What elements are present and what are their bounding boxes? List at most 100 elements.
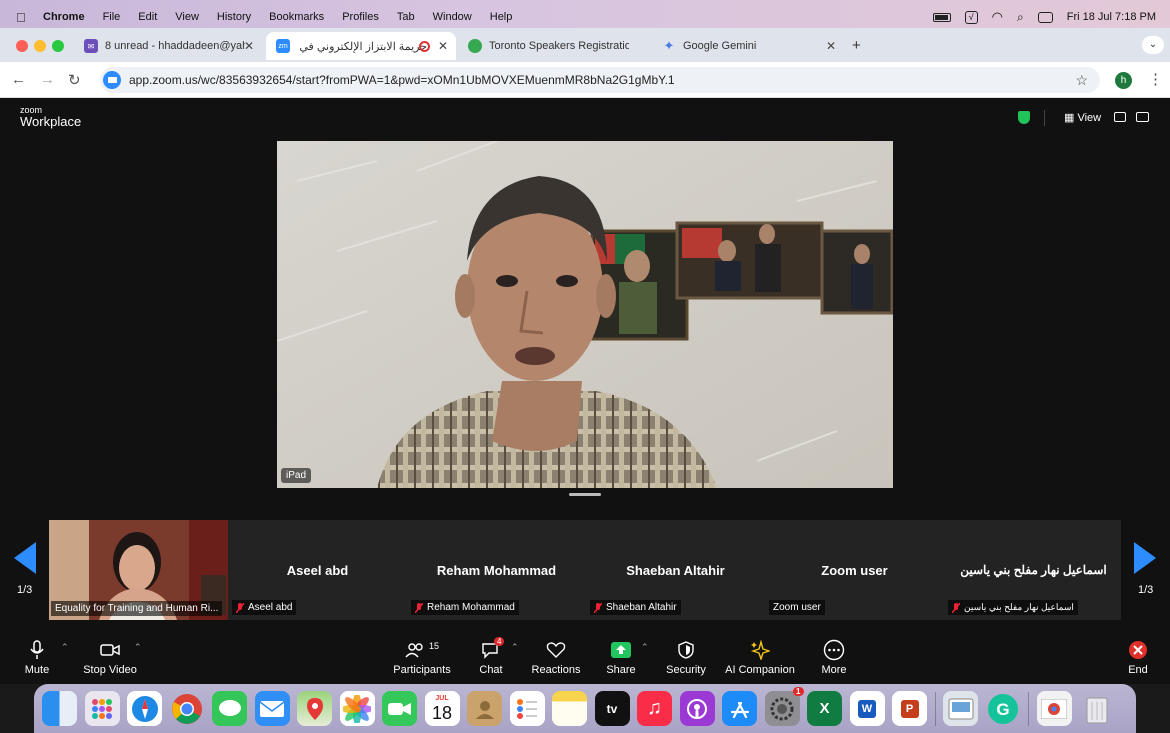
menu-profiles[interactable]: Profiles (342, 11, 379, 23)
mute-button[interactable]: Mute (16, 638, 58, 676)
reactions-button[interactable]: Reactions (530, 638, 582, 676)
menu-tab[interactable]: Tab (397, 11, 415, 23)
close-icon[interactable]: ✕ (826, 39, 836, 53)
bookmark-star-icon[interactable]: ☆ (1075, 72, 1088, 89)
safari-icon[interactable] (127, 691, 162, 726)
app-store-icon[interactable] (722, 691, 757, 726)
mail-app-icon[interactable] (254, 691, 290, 726)
clock[interactable]: Fri 18 Jul 7:18 PM (1067, 11, 1156, 23)
chrome-window-minimized-icon[interactable] (1036, 691, 1072, 726)
security-shield-icon (662, 638, 710, 662)
window-zoom-button[interactable] (52, 40, 64, 52)
reminders-icon[interactable] (509, 691, 545, 726)
participant-gallery-strip: Equality for Training and Human Ri... As… (49, 520, 1121, 620)
more-button[interactable]: More (816, 638, 852, 676)
grammarly-icon[interactable]: G (986, 691, 1021, 726)
share-options-caret-icon[interactable]: ⌃ (641, 642, 649, 653)
prev-page-arrow-icon[interactable] (14, 542, 36, 574)
menu-app-name[interactable]: Chrome (43, 11, 85, 23)
apple-tv-icon[interactable]: tv (594, 691, 630, 726)
trash-icon[interactable] (1079, 691, 1114, 726)
photos-icon[interactable] (339, 691, 375, 726)
battery-icon[interactable] (932, 12, 951, 22)
mail-icon: ✉ (84, 39, 98, 53)
profile-avatar[interactable]: h (1115, 72, 1132, 89)
messages-icon[interactable] (212, 691, 247, 726)
participant-tile[interactable]: Shaeban Altahir Shaeban Altahir (586, 520, 765, 620)
music-icon[interactable]: ♫ (637, 691, 672, 726)
menu-view[interactable]: View (175, 11, 199, 23)
tab-toronto-speakers[interactable]: Toronto Speakers Registration (458, 32, 650, 60)
sparkle-icon (725, 638, 795, 662)
maps-icon[interactable] (297, 691, 332, 726)
chrome-menu-icon[interactable]: ⋮ (1148, 70, 1163, 88)
participant-tile[interactable]: اسماعيل نهار مفلح بني ياسين اسماعيل نهار… (944, 520, 1123, 620)
resize-handle[interactable] (569, 493, 601, 496)
meeting-controls-toolbar: Mute ⌃ Stop Video ⌃ 15 Participants 4 Ch… (0, 637, 1170, 684)
mic-muted-icon (593, 602, 603, 613)
view-button[interactable]: ▦ View (1064, 111, 1101, 124)
notes-icon[interactable] (552, 691, 587, 726)
word-icon[interactable]: W (849, 691, 885, 726)
apple-icon[interactable]:  (16, 10, 34, 25)
preview-icon[interactable] (943, 691, 978, 726)
security-button[interactable]: Security (662, 638, 710, 676)
launchpad-icon[interactable] (84, 691, 120, 726)
menu-window[interactable]: Window (433, 11, 472, 23)
close-icon[interactable]: ✕ (438, 39, 448, 53)
chat-options-caret-icon[interactable]: ⌃ (511, 642, 519, 653)
participant-tile[interactable]: Aseel abd Aseel abd (228, 520, 407, 620)
chrome-icon[interactable] (170, 691, 205, 726)
contacts-icon[interactable] (467, 691, 502, 726)
podcasts-icon[interactable] (679, 691, 715, 726)
tab-search-icon[interactable]: ⌄ (1142, 36, 1164, 54)
back-arrow-icon[interactable]: ← (11, 71, 26, 88)
ai-companion-button[interactable]: AI Companion (725, 638, 795, 676)
participant-tile[interactable]: Reham Mohammad Reham Mohammad (407, 520, 586, 620)
chat-button[interactable]: 4 Chat (473, 637, 509, 676)
menu-bookmarks[interactable]: Bookmarks (269, 11, 324, 23)
forward-arrow-icon[interactable]: → (40, 71, 55, 88)
calendar-icon[interactable]: JUL 18 (424, 691, 460, 726)
zoom-site-icon[interactable] (103, 71, 121, 89)
participant-display-name: Zoom user (821, 563, 888, 578)
menu-history[interactable]: History (217, 11, 251, 23)
url-text[interactable]: app.zoom.us/wc/83563932654/start?fromPWA… (129, 73, 675, 87)
end-meeting-button[interactable]: End (1120, 638, 1156, 676)
wifi-icon[interactable]: ◠ (992, 9, 1003, 25)
video-camera-icon (80, 638, 140, 662)
facetime-icon[interactable] (382, 691, 417, 726)
fullscreen-icon[interactable] (1136, 112, 1149, 122)
participant-tile[interactable]: Equality for Training and Human Ri... (49, 520, 228, 620)
finder-icon[interactable] (42, 691, 77, 726)
picture-in-picture-icon[interactable] (1114, 112, 1126, 122)
tab-mail[interactable]: ✉ 8 unread - hhaddadeen@yah ✕ (74, 32, 262, 60)
system-settings-icon[interactable]: 1 (764, 687, 804, 726)
stop-video-button[interactable]: Stop Video (80, 638, 140, 676)
new-tab-icon[interactable]: + (852, 37, 861, 54)
participants-button[interactable]: 15 Participants (391, 638, 453, 676)
next-page-arrow-icon[interactable] (1134, 542, 1156, 574)
video-device-label: iPad (281, 468, 312, 483)
share-button[interactable]: Share (603, 638, 639, 676)
window-minimize-button[interactable] (34, 40, 46, 52)
main-speaker-video[interactable]: iPad (277, 141, 893, 488)
address-bar[interactable]: app.zoom.us/wc/83563932654/start?fromPWA… (100, 67, 1100, 93)
powerpoint-icon[interactable]: P (892, 691, 927, 726)
audio-options-caret-icon[interactable]: ⌃ (61, 642, 69, 653)
spotlight-search-icon[interactable]: ⌕ (1017, 10, 1024, 25)
tab-zoom-meeting[interactable]: zm جريمة الابتزاز الإلكتروني في القا ✕ (266, 32, 456, 60)
participant-tile[interactable]: Zoom user Zoom user (765, 520, 944, 620)
close-icon[interactable]: ✕ (244, 39, 254, 53)
video-options-caret-icon[interactable]: ⌃ (134, 642, 142, 653)
window-close-button[interactable] (16, 40, 28, 52)
menu-file[interactable]: File (103, 11, 121, 23)
control-center-icon[interactable] (1037, 11, 1053, 23)
keyboard-input-icon[interactable]: √ (964, 10, 978, 24)
encryption-shield-icon[interactable] (1018, 111, 1030, 124)
menu-edit[interactable]: Edit (138, 11, 157, 23)
menu-help[interactable]: Help (490, 11, 513, 23)
excel-icon[interactable]: X (807, 691, 842, 726)
reload-icon[interactable]: ↻ (68, 71, 81, 89)
tab-gemini[interactable]: ✦ Google Gemini ✕ (652, 32, 844, 60)
